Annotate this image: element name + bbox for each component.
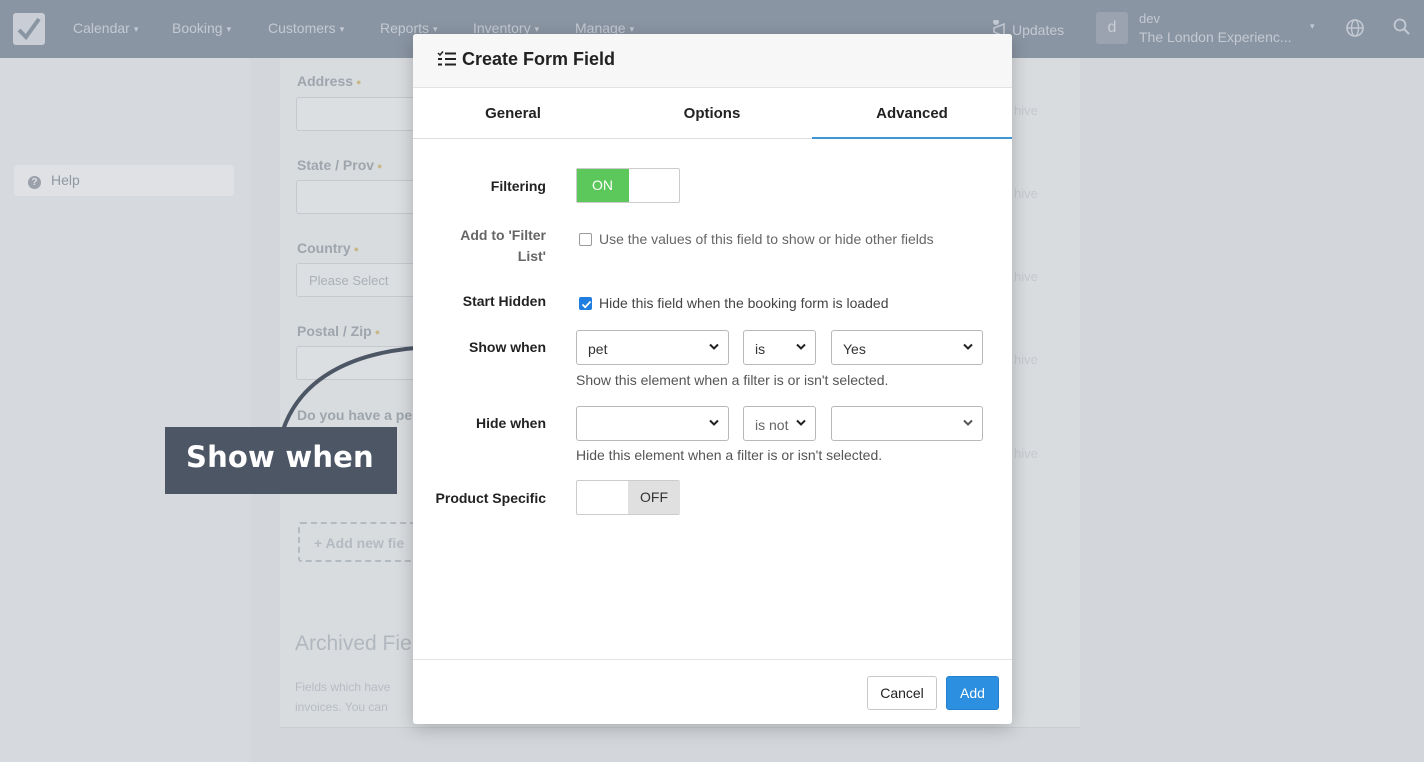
sidebar [0, 58, 250, 762]
filter-list-checkbox-row[interactable]: Use the values of this field to show or … [579, 231, 934, 247]
field-label-country: Country ● [297, 240, 360, 256]
modal-tabs: General Options Advanced [413, 88, 1012, 139]
app-logo[interactable] [13, 13, 45, 45]
show-when-field-select[interactable]: pet [576, 330, 729, 365]
show-when-label: Show when [469, 339, 546, 355]
user-organization[interactable]: The London Experienc... [1139, 29, 1292, 45]
caret-down-icon: ▾ [629, 24, 635, 34]
chevron-down-icon [709, 343, 719, 350]
checkmark-icon [581, 300, 592, 309]
archive-link[interactable]: hive [1014, 186, 1038, 201]
search-icon[interactable] [1393, 18, 1411, 36]
show-when-value-select[interactable]: Yes [831, 330, 983, 365]
field-label-state: State / Prov ● [297, 157, 383, 173]
field-label-address: Address ● [297, 73, 362, 89]
filtering-label: Filtering [490, 178, 546, 194]
archived-fields-description: Fields which have invoices. You can [295, 680, 391, 714]
start-hidden-checkbox-label: Hide this field when the booking form is… [599, 295, 889, 311]
avatar[interactable]: d [1096, 12, 1128, 44]
show-when-operator-select[interactable]: is [743, 330, 816, 365]
field-label-postal: Postal / Zip ● [297, 323, 381, 339]
hide-when-operator-select[interactable]: is not [743, 406, 816, 441]
hide-when-field-select[interactable] [576, 406, 729, 441]
modal-header: Create Form Field [413, 34, 1012, 88]
field-label-pet: Do you have a pe [297, 407, 413, 423]
add-button[interactable]: Add [946, 676, 999, 710]
modal-footer: Cancel Add [413, 659, 1012, 724]
create-form-field-modal: Create Form Field General Options Advanc… [413, 34, 1012, 724]
user-name[interactable]: dev [1139, 11, 1160, 26]
chevron-down-icon [963, 419, 973, 426]
chevron-down-icon [796, 419, 806, 426]
modal-title: Create Form Field [437, 49, 615, 70]
checkmark-logo-icon [17, 17, 41, 41]
chevron-down-icon [963, 343, 973, 350]
globe-icon[interactable] [1345, 18, 1365, 38]
hide-when-label: Hide when [475, 415, 546, 431]
question-circle-icon: ? [28, 176, 41, 189]
tab-general[interactable]: General [413, 88, 613, 139]
archive-link[interactable]: hive [1014, 446, 1038, 461]
hide-when-help-text: Hide this element when a filter is or is… [576, 447, 883, 463]
chevron-down-icon [709, 419, 719, 426]
caret-down-icon: ▾ [226, 24, 232, 34]
filtering-toggle[interactable]: ON [576, 168, 680, 203]
caret-down-icon[interactable]: ▾ [1310, 21, 1315, 32]
cancel-button[interactable]: Cancel [867, 676, 937, 710]
archived-fields-title: Archived Fie [295, 632, 412, 655]
archive-link[interactable]: hive [1014, 103, 1038, 118]
start-hidden-checkbox-row[interactable]: Hide this field when the booking form is… [579, 295, 889, 311]
tab-advanced[interactable]: Advanced [812, 88, 1012, 139]
chevron-down-icon [796, 343, 806, 350]
caret-down-icon: ▾ [339, 24, 345, 34]
start-hidden-checkbox[interactable] [579, 297, 592, 310]
product-specific-label: Product Specific [435, 490, 546, 506]
list-check-icon [437, 51, 456, 66]
caret-down-icon: ▾ [433, 24, 438, 34]
archive-link[interactable]: hive [1014, 352, 1038, 367]
nav-customers[interactable]: Customers ▾ [268, 20, 344, 36]
product-specific-toggle[interactable]: OFF [576, 480, 680, 515]
annotation-callout: Show when [165, 427, 397, 494]
tab-options[interactable]: Options [612, 88, 812, 139]
nav-calendar[interactable]: Calendar ▾ [73, 20, 138, 36]
sidebar-item-label: Help [51, 172, 80, 188]
filter-list-label: Add to 'Filter List' [460, 227, 546, 264]
caret-down-icon: ▾ [133, 24, 139, 34]
start-hidden-label: Start Hidden [462, 293, 546, 309]
toggle-off-state: OFF [628, 481, 680, 514]
archive-link[interactable]: hive [1014, 269, 1038, 284]
sidebar-item-help[interactable]: ? Help [14, 165, 234, 196]
filter-list-checkbox-label: Use the values of this field to show or … [599, 231, 934, 247]
hide-when-value-select[interactable] [831, 406, 983, 441]
show-when-help-text: Show this element when a filter is or is… [576, 372, 889, 388]
toggle-on-state: ON [577, 169, 629, 202]
caret-down-icon: ▾ [534, 24, 540, 34]
filter-list-checkbox[interactable] [579, 233, 592, 246]
nav-booking[interactable]: Booking ▾ [172, 20, 231, 36]
